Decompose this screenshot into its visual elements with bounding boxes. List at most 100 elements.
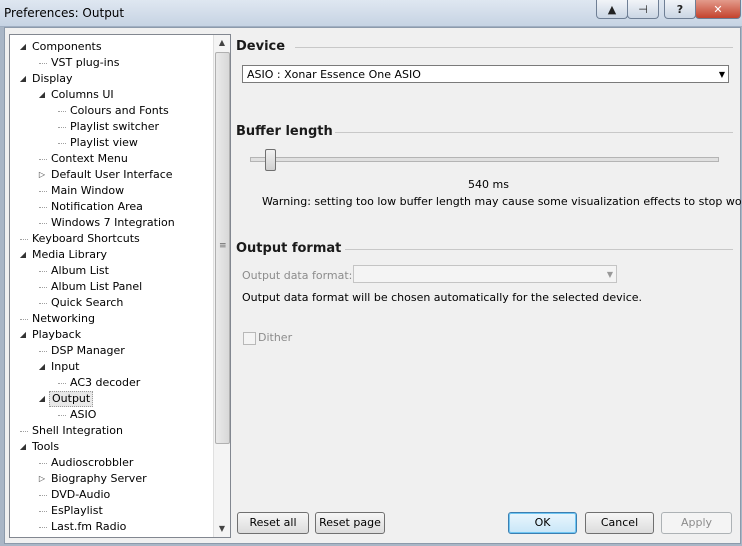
close-icon: ✕ [713, 2, 723, 16]
tree-item[interactable]: ▷ Default User Interface [10, 167, 214, 183]
preferences-tree[interactable]: ◢ Components VST plug-ins ◢ Display ◢ Columns … [9, 34, 231, 538]
tree-item[interactable]: Last.fm Radio [10, 519, 214, 535]
expanded-arrow-icon[interactable]: ◢ [18, 39, 28, 55]
expanded-arrow-icon[interactable]: ◢ [18, 439, 28, 455]
tree-item-label: Notification Area [51, 200, 143, 213]
expanded-arrow-icon[interactable]: ◢ [37, 359, 47, 375]
chevron-down-icon: ▼ [718, 70, 725, 79]
output-format-divider [345, 249, 733, 250]
tree-item[interactable]: ▷ Biography Server [10, 471, 214, 487]
tree-item-label: Album List Panel [51, 280, 143, 293]
tree-item[interactable]: Context Menu [10, 151, 214, 167]
buffer-warning: Warning: setting too low buffer length m… [262, 195, 742, 208]
tree-item-label: Media Library [32, 248, 107, 261]
scroll-down-icon[interactable]: ▼ [214, 521, 230, 537]
tree-item[interactable]: Playlist view [10, 135, 214, 151]
tree-connector [39, 351, 47, 352]
tree-item[interactable]: ASIO [10, 407, 214, 423]
tree-item[interactable]: Keyboard Shortcuts [10, 231, 214, 247]
minimize-button[interactable]: ▲ [596, 0, 628, 19]
tree-item-label: Playlist view [70, 136, 138, 149]
tree-item-label: Album List [51, 264, 109, 277]
buffer-divider [335, 132, 733, 133]
buffer-heading: Buffer length [236, 124, 333, 139]
tree-item[interactable]: Shell Integration [10, 423, 214, 439]
tree-connector [58, 111, 66, 112]
expanded-arrow-icon[interactable]: ◢ [18, 327, 28, 343]
tree-connector [39, 495, 47, 496]
tree-connector [39, 303, 47, 304]
tree-item-label: Columns UI [51, 88, 114, 101]
tree-scrollbar[interactable]: ▲ ≡ ▼ [213, 35, 230, 537]
reset-all-button[interactable]: Reset all [237, 512, 309, 534]
buffer-slider-thumb[interactable] [265, 149, 276, 171]
scrollbar-thumb[interactable]: ≡ [215, 52, 230, 444]
window-title: Preferences: Output [4, 6, 125, 20]
tree-item[interactable]: ◢ Tools [10, 439, 214, 455]
tree-item[interactable]: ◢ Input [10, 359, 214, 375]
tree-item[interactable]: Quick Search [10, 295, 214, 311]
tree-item-label: Default User Interface [51, 168, 173, 181]
tree-item[interactable]: Album List [10, 263, 214, 279]
tree-connector [58, 383, 66, 384]
tree-item[interactable]: Audioscrobbler [10, 455, 214, 471]
tree-item[interactable]: ◢ Output [10, 391, 214, 407]
tree-item-label: Biography Server [51, 472, 147, 485]
tree-connector [58, 415, 66, 416]
tree-connector [39, 191, 47, 192]
tree-item[interactable]: Colours and Fonts [10, 103, 214, 119]
tree-item[interactable]: Playlist switcher [10, 119, 214, 135]
device-heading: Device [236, 39, 286, 54]
tree-item-label: Context Menu [51, 152, 128, 165]
tree-item[interactable]: ◢ Playback [10, 327, 214, 343]
tree-item-label: Main Window [51, 184, 125, 197]
tree-item[interactable]: DVD-Audio [10, 487, 214, 503]
dither-checkbox[interactable] [243, 332, 256, 345]
tree-item-label: Playlist switcher [70, 120, 159, 133]
tree-item[interactable]: ◢ Columns UI [10, 87, 214, 103]
cancel-button[interactable]: Cancel [585, 512, 654, 534]
tree-item[interactable]: ◢ Components [10, 39, 214, 55]
buffer-slider-track[interactable] [250, 157, 719, 162]
device-select-value: ASIO : Xonar Essence One ASIO [247, 68, 421, 81]
tree-item[interactable]: Notification Area [10, 199, 214, 215]
collapsed-arrow-icon[interactable]: ▷ [37, 167, 47, 183]
tree-item-label: Display [32, 72, 73, 85]
output-data-format-select[interactable]: ▼ [353, 265, 617, 283]
collapsed-arrow-icon[interactable]: ▷ [37, 471, 47, 487]
expanded-arrow-icon[interactable]: ◢ [18, 247, 28, 263]
tree-item-label: Networking [32, 312, 95, 325]
tree-item-label: VST plug-ins [51, 56, 120, 69]
tree-item-label: Tools [32, 440, 60, 453]
scroll-up-icon[interactable]: ▲ [214, 35, 230, 51]
reset-page-button[interactable]: Reset page [315, 512, 385, 534]
tree-item[interactable]: Networking [10, 311, 214, 327]
help-button[interactable]: ? [664, 0, 696, 19]
tree-item[interactable]: AC3 decoder [10, 375, 214, 391]
tree-item[interactable]: Album List Panel [10, 279, 214, 295]
pin-button[interactable]: ⊣ [627, 0, 659, 19]
tree-connector [20, 319, 28, 320]
apply-button[interactable]: Apply [661, 512, 732, 534]
expanded-arrow-icon[interactable]: ◢ [37, 87, 47, 103]
tree-item[interactable]: DSP Manager [10, 343, 214, 359]
tree-connector [39, 271, 47, 272]
tree-connector [20, 431, 28, 432]
tree-item-label: Last.fm Radio [51, 520, 127, 533]
ok-button[interactable]: OK [508, 512, 577, 534]
output-format-note: Output data format will be chosen automa… [242, 291, 643, 304]
tree-item[interactable]: ◢ Media Library [10, 247, 214, 263]
expanded-arrow-icon[interactable]: ◢ [18, 71, 28, 87]
tree-connector [20, 239, 28, 240]
close-button[interactable]: ✕ [695, 0, 741, 19]
tree-connector [39, 159, 47, 160]
tree-item[interactable]: VST plug-ins [10, 55, 214, 71]
expanded-arrow-icon[interactable]: ◢ [37, 391, 47, 407]
tree-item[interactable]: Main Window [10, 183, 214, 199]
tree-item-label: EsPlaylist [51, 504, 103, 517]
device-select[interactable]: ASIO : Xonar Essence One ASIO ▼ [242, 65, 729, 83]
tree-item[interactable]: Windows 7 Integration [10, 215, 214, 231]
tree-connector [39, 63, 47, 64]
tree-item[interactable]: ◢ Display [10, 71, 214, 87]
tree-item[interactable]: EsPlaylist [10, 503, 214, 519]
